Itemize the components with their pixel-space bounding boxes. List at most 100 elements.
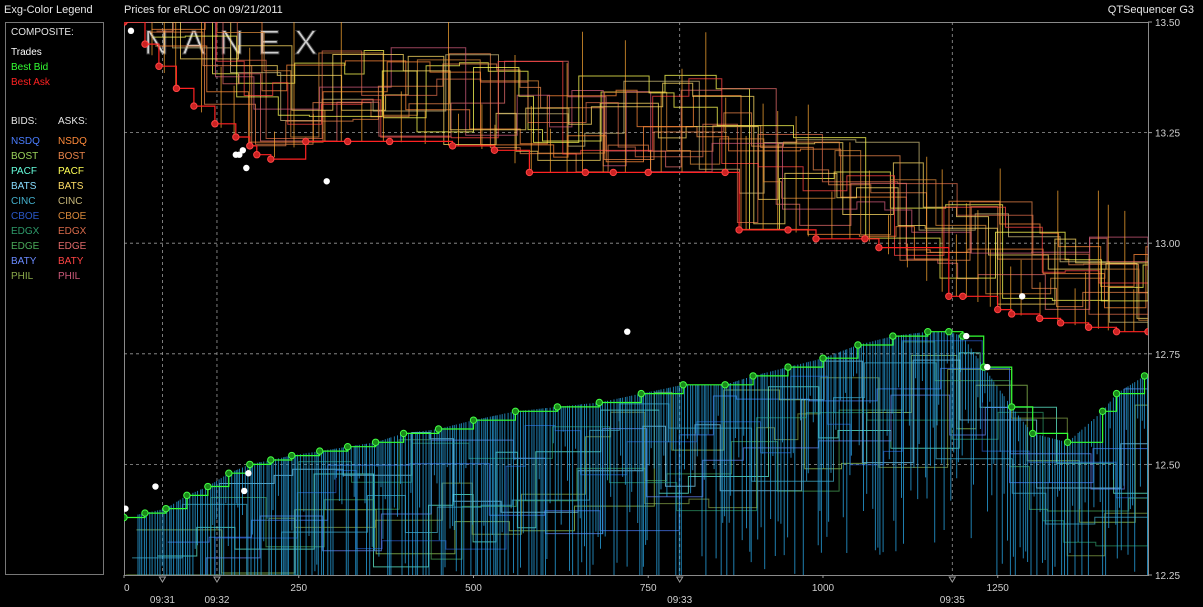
y-tick-label-2: 12.75 bbox=[1155, 350, 1180, 361]
price-chart: NANEX12.2512.5012.7513.0013.2513.5009:31… bbox=[123, 18, 1180, 606]
y-tick-label-0: 12.25 bbox=[1155, 571, 1180, 582]
y-tick-label-5: 13.50 bbox=[1155, 18, 1180, 29]
series-0-point-15 bbox=[525, 168, 534, 177]
series-1-point-3 bbox=[183, 491, 191, 500]
time-marker-0 bbox=[158, 576, 167, 583]
series-1-point-27 bbox=[945, 327, 953, 336]
x-tick-label-5: 1250 bbox=[987, 583, 1010, 594]
trade-point-4 bbox=[239, 147, 247, 154]
series-1-point-24 bbox=[854, 341, 862, 349]
trade-point-9 bbox=[323, 178, 330, 185]
series-1-point-0 bbox=[124, 513, 128, 522]
series-0-point-18 bbox=[644, 168, 652, 177]
series-1-point-4 bbox=[204, 482, 212, 491]
series-0-point-21 bbox=[784, 226, 792, 234]
trade-point-2 bbox=[152, 483, 159, 490]
series-0-point-27 bbox=[994, 305, 1002, 314]
series-0-point-3 bbox=[172, 84, 181, 93]
series-1-point-9 bbox=[316, 447, 324, 455]
x-tick-label-4: 1000 bbox=[812, 583, 835, 594]
y-tick-label-4: 13.25 bbox=[1155, 129, 1180, 140]
series-1-point-13 bbox=[434, 425, 443, 433]
ask-quote-line-6 bbox=[156, 22, 1148, 315]
series-0-point-19 bbox=[721, 168, 729, 177]
time-label-1: 09:32 bbox=[204, 595, 229, 606]
series-0-point-13 bbox=[448, 142, 457, 150]
series-1-point-25 bbox=[889, 332, 897, 340]
series-1-point-7 bbox=[267, 456, 275, 464]
series-1-point-11 bbox=[371, 438, 380, 446]
series-1-point-14 bbox=[469, 416, 478, 424]
ask-quote-line-2 bbox=[135, 22, 1148, 301]
bid-quote-line-9 bbox=[125, 369, 1148, 575]
series-0-point-26 bbox=[959, 292, 967, 300]
series-0-point-32 bbox=[1112, 327, 1121, 336]
series-0-point-33 bbox=[1144, 327, 1148, 336]
series-0-point-23 bbox=[861, 235, 869, 243]
series-0-point-25 bbox=[945, 292, 953, 300]
trade-point-5 bbox=[232, 151, 240, 158]
series-0-point-17 bbox=[609, 168, 617, 177]
trade-point-0 bbox=[124, 505, 129, 512]
series-0-point-2 bbox=[155, 62, 163, 70]
series-0-point-1 bbox=[141, 40, 149, 48]
time-label-0: 09:31 bbox=[150, 595, 175, 606]
series-1-point-20 bbox=[721, 381, 729, 389]
series-1-point-2 bbox=[162, 504, 170, 513]
ask-quote-line-5 bbox=[125, 22, 1148, 321]
x-tick-label-2: 500 bbox=[465, 583, 482, 594]
series-1-point-33 bbox=[1098, 407, 1107, 416]
time-marker-2 bbox=[675, 576, 684, 583]
series-0-point-11 bbox=[343, 137, 352, 146]
series-1-point-18 bbox=[637, 389, 645, 398]
series-1-point-6 bbox=[246, 460, 254, 469]
series-0-point-20 bbox=[735, 226, 743, 234]
trade-point-10 bbox=[624, 328, 631, 335]
trade-point-8 bbox=[241, 487, 248, 495]
series-0-point-29 bbox=[1035, 314, 1044, 323]
series-1-point-17 bbox=[595, 398, 604, 407]
series-1-point-35 bbox=[1140, 372, 1148, 380]
y-tick-label-3: 13.00 bbox=[1155, 239, 1180, 250]
series-0-point-8 bbox=[253, 151, 261, 159]
series-0-point-24 bbox=[875, 243, 883, 252]
series-1-point-15 bbox=[511, 407, 520, 416]
series-1-point-23 bbox=[819, 354, 827, 362]
series-1-point-31 bbox=[1028, 429, 1037, 438]
series-0-point-5 bbox=[211, 120, 219, 128]
series-0-point-30 bbox=[1056, 319, 1065, 327]
series-0-point-31 bbox=[1084, 323, 1093, 331]
y-tick-label-1: 12.50 bbox=[1155, 460, 1180, 471]
trade-point-1 bbox=[127, 27, 135, 35]
series-1-point-16 bbox=[553, 403, 562, 411]
series-0-point-10 bbox=[302, 137, 310, 146]
series-0-point-14 bbox=[490, 146, 499, 154]
series-1-point-21 bbox=[749, 372, 757, 380]
trade-point-12 bbox=[984, 363, 991, 371]
series-1-point-19 bbox=[679, 381, 687, 389]
series-0-point-16 bbox=[581, 168, 590, 177]
series-0-point-4 bbox=[190, 102, 198, 110]
series-1-point-30 bbox=[1007, 403, 1016, 411]
series-1-point-1 bbox=[141, 509, 149, 517]
ask-spikes bbox=[151, 22, 1135, 332]
time-label-3: 09:35 bbox=[940, 595, 965, 606]
series-1-point-12 bbox=[399, 429, 408, 438]
series-0-point-7 bbox=[246, 142, 254, 150]
trade-point-11 bbox=[963, 332, 970, 340]
plot-area bbox=[124, 22, 1148, 575]
series-1-point-26 bbox=[924, 327, 932, 336]
x-tick-label-0: 0 bbox=[124, 583, 130, 594]
series-0-point-12 bbox=[385, 137, 394, 146]
series-1-point-32 bbox=[1063, 438, 1072, 446]
trade-point-13 bbox=[1018, 293, 1026, 300]
x-tick-label-3: 750 bbox=[640, 583, 657, 594]
series-1-point-34 bbox=[1112, 389, 1121, 398]
series-0-point-22 bbox=[812, 235, 820, 243]
series-0-point-28 bbox=[1007, 310, 1016, 318]
series-1-point-22 bbox=[784, 363, 792, 371]
time-marker-3 bbox=[948, 576, 957, 583]
series-1-point-10 bbox=[343, 443, 352, 451]
ask-quote-line-0 bbox=[151, 22, 1148, 309]
trade-point-6 bbox=[243, 164, 250, 172]
